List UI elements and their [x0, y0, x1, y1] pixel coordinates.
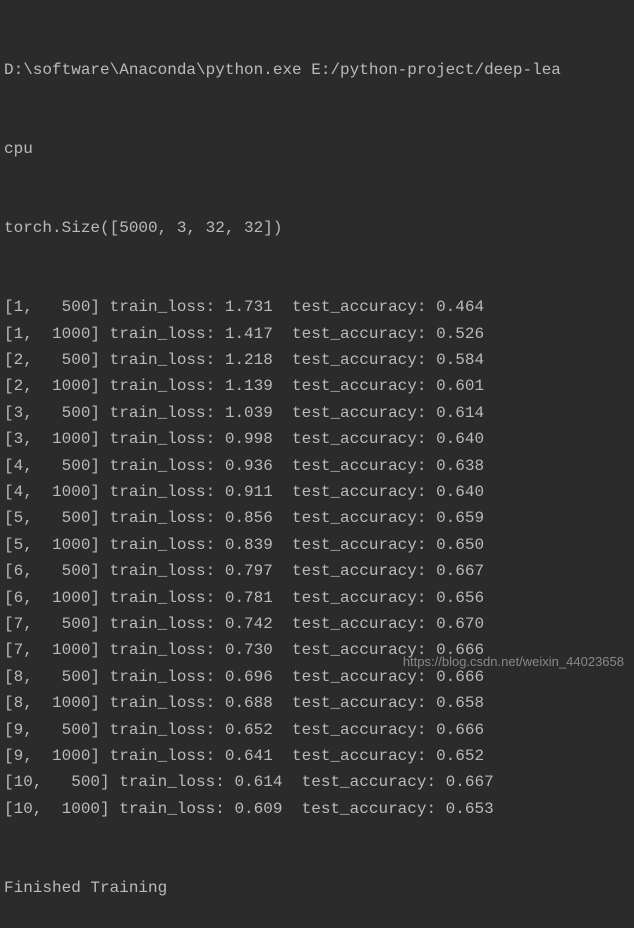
log-row: [1, 1000] train_loss: 1.417 test_accurac…	[4, 321, 634, 347]
finished-line: Finished Training	[4, 875, 634, 901]
log-row: [1, 500] train_loss: 1.731 test_accuracy…	[4, 294, 634, 320]
log-row: [5, 1000] train_loss: 0.839 test_accurac…	[4, 532, 634, 558]
log-row: [9, 500] train_loss: 0.652 test_accuracy…	[4, 717, 634, 743]
command-line: D:\software\Anaconda\python.exe E:/pytho…	[4, 57, 634, 83]
training-log: [1, 500] train_loss: 1.731 test_accuracy…	[4, 294, 634, 822]
log-row: [10, 500] train_loss: 0.614 test_accurac…	[4, 769, 634, 795]
log-row: [8, 1000] train_loss: 0.688 test_accurac…	[4, 690, 634, 716]
log-row: [3, 500] train_loss: 1.039 test_accuracy…	[4, 400, 634, 426]
log-row: [7, 500] train_loss: 0.742 test_accuracy…	[4, 611, 634, 637]
log-row: [5, 500] train_loss: 0.856 test_accuracy…	[4, 505, 634, 531]
log-row: [2, 500] train_loss: 1.218 test_accuracy…	[4, 347, 634, 373]
log-row: [2, 1000] train_loss: 1.139 test_accurac…	[4, 373, 634, 399]
log-row: [4, 500] train_loss: 0.936 test_accuracy…	[4, 453, 634, 479]
log-row: [9, 1000] train_loss: 0.641 test_accurac…	[4, 743, 634, 769]
log-row: [3, 1000] train_loss: 0.998 test_accurac…	[4, 426, 634, 452]
log-row: [4, 1000] train_loss: 0.911 test_accurac…	[4, 479, 634, 505]
device-line: cpu	[4, 136, 634, 162]
terminal-output: D:\software\Anaconda\python.exe E:/pytho…	[4, 4, 634, 928]
watermark-text: https://blog.csdn.net/weixin_44023658	[403, 651, 624, 672]
tensor-size-line: torch.Size([5000, 3, 32, 32])	[4, 215, 634, 241]
log-row: [10, 1000] train_loss: 0.609 test_accura…	[4, 796, 634, 822]
log-row: [6, 1000] train_loss: 0.781 test_accurac…	[4, 585, 634, 611]
log-row: [6, 500] train_loss: 0.797 test_accuracy…	[4, 558, 634, 584]
